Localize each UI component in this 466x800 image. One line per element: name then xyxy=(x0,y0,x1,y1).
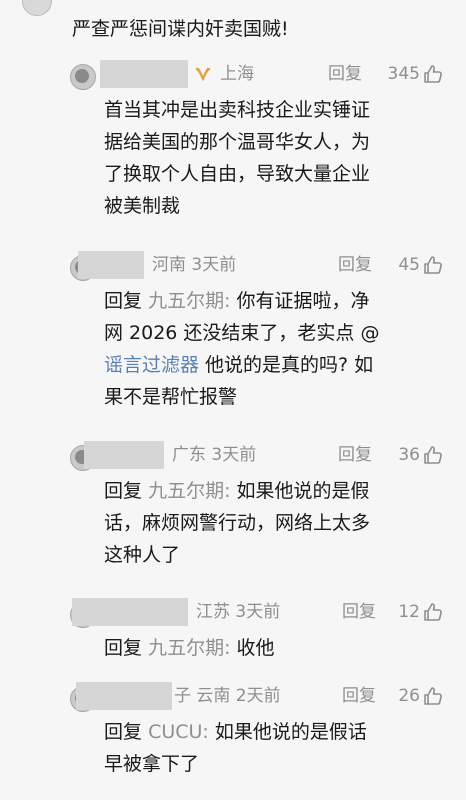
reply-item: 江苏 3天前 回复 12 回复 九五尔期: 收他 xyxy=(70,596,450,676)
like-count: 26 xyxy=(398,686,420,706)
thumb-up-icon[interactable] xyxy=(422,63,444,85)
username-redacted[interactable] xyxy=(78,251,144,279)
like-count: 45 xyxy=(398,255,420,275)
reply-text: 回复 九五尔期: 你有证据啦，净 网 2026 还没结束了，老实点 @ 谣言过滤… xyxy=(104,285,379,413)
location-label: 江苏 3天前 xyxy=(196,602,281,622)
reply-text: 首当其冲是出卖科技企业实锤证 据给美国的那个温哥华女人，为 了换取个人自由，导致… xyxy=(104,94,370,222)
reply-line: 回复 九五尔期: 你有证据啦，净 xyxy=(104,285,379,317)
reply-meta: 上海 回复 345 xyxy=(70,58,450,90)
mention-link[interactable]: 九五尔期: xyxy=(148,480,230,502)
vip-badge-icon xyxy=(195,67,211,82)
reply-line: 了换取个人自由，导致大量企业 xyxy=(104,163,371,185)
like-count: 36 xyxy=(398,445,420,465)
reply-prefix: 回复 xyxy=(104,721,143,743)
reply-line: 早被拿下了 xyxy=(104,753,200,775)
reply-line: 被美制裁 xyxy=(104,195,181,217)
reply-item: 子 云南 2天前 回复 26 回复 CUCU: 如果他说的是假话 早被拿下了 xyxy=(70,680,450,795)
reply-line: 回复 九五尔期: 如果他说的是假 xyxy=(104,475,370,507)
top-comment-text: 严查严惩间谍内奸卖国贼! xyxy=(72,18,289,40)
reply-button[interactable]: 回复 xyxy=(338,252,372,278)
reply-text-segment: 如果他说的是假 xyxy=(230,480,370,502)
username-redacted[interactable] xyxy=(84,441,164,469)
reply-button[interactable]: 回复 xyxy=(328,61,362,87)
reply-line: 回复 CUCU: 如果他说的是假话 xyxy=(104,716,367,748)
reply-line: 首当其冲是出卖科技企业实锤证 xyxy=(104,99,371,121)
reply-prefix: 回复 xyxy=(104,637,143,659)
reply-line: 据给美国的那个温哥华女人，为 xyxy=(104,131,371,153)
reply-line: 谣言过滤器 他说的是真的吗? 如 xyxy=(104,349,379,381)
thumb-up-icon[interactable] xyxy=(422,444,444,466)
avatar[interactable] xyxy=(22,0,52,16)
mention-link[interactable]: 九五尔期: xyxy=(148,290,230,312)
thumb-up-icon[interactable] xyxy=(422,601,444,623)
reply-item: 河南 3天前 回复 45 回复 九五尔期: 你有证据啦，净 网 2026 还没结… xyxy=(70,249,450,429)
reply-text: 回复 CUCU: 如果他说的是假话 早被拿下了 xyxy=(104,716,367,780)
username-redacted[interactable] xyxy=(100,60,188,88)
location-label: 河南 3天前 xyxy=(152,255,237,275)
mention-link[interactable]: CUCU: xyxy=(148,721,209,743)
reply-line: 网 2026 还没结束了，老实点 @ xyxy=(104,322,380,344)
reply-text: 回复 九五尔期: 收他 xyxy=(104,632,275,664)
reply-item: 上海 回复 345 首当其冲是出卖科技企业实锤证 据给美国的那个温哥华女人，为 … xyxy=(70,58,450,238)
reply-button[interactable]: 回复 xyxy=(338,442,372,468)
reply-line: 回复 九五尔期: 收他 xyxy=(104,632,275,664)
location-label: 上海 xyxy=(220,64,254,84)
like-count: 345 xyxy=(387,64,420,84)
location-label: 广东 3天前 xyxy=(172,445,257,465)
reply-text-segment: 如果他说的是假话 xyxy=(208,721,367,743)
reply-line: 果不是帮忙报警 xyxy=(104,386,238,408)
reply-text-segment: 他说的是真的吗? 如 xyxy=(199,354,374,376)
thumb-up-icon[interactable] xyxy=(422,254,444,276)
reply-prefix: 回复 xyxy=(104,290,143,312)
location-label: 子 云南 2天前 xyxy=(174,686,281,706)
mention-link[interactable]: 谣言过滤器 xyxy=(104,354,199,376)
like-count: 12 xyxy=(398,602,420,622)
reply-meta: 子 云南 2天前 回复 26 xyxy=(70,680,450,712)
reply-line: 这种人了 xyxy=(104,544,181,566)
reply-item: 广东 3天前 回复 36 回复 九五尔期: 如果他说的是假 话，麻烦网警行动，网… xyxy=(70,439,450,589)
thumb-up-icon[interactable] xyxy=(422,685,444,707)
reply-meta: 广东 3天前 回复 36 xyxy=(70,439,450,471)
mention-link[interactable]: 九五尔期: xyxy=(148,637,230,659)
reply-meta: 江苏 3天前 回复 12 xyxy=(70,596,450,628)
reply-text-segment: 你有证据啦，净 xyxy=(230,290,370,312)
username-redacted[interactable] xyxy=(76,682,172,710)
reply-text-segment: 收他 xyxy=(230,637,275,659)
avatar[interactable] xyxy=(70,64,96,90)
username-redacted[interactable] xyxy=(72,598,188,626)
top-comment: 严查严惩间谍内奸卖国贼! xyxy=(0,0,466,52)
reply-prefix: 回复 xyxy=(104,480,143,502)
reply-button[interactable]: 回复 xyxy=(342,599,376,625)
reply-button[interactable]: 回复 xyxy=(342,683,376,709)
reply-meta: 河南 3天前 回复 45 xyxy=(70,249,450,281)
reply-line: 话，麻烦网警行动，网络上太多 xyxy=(104,512,371,534)
reply-text: 回复 九五尔期: 如果他说的是假 话，麻烦网警行动，网络上太多 这种人了 xyxy=(104,475,370,571)
